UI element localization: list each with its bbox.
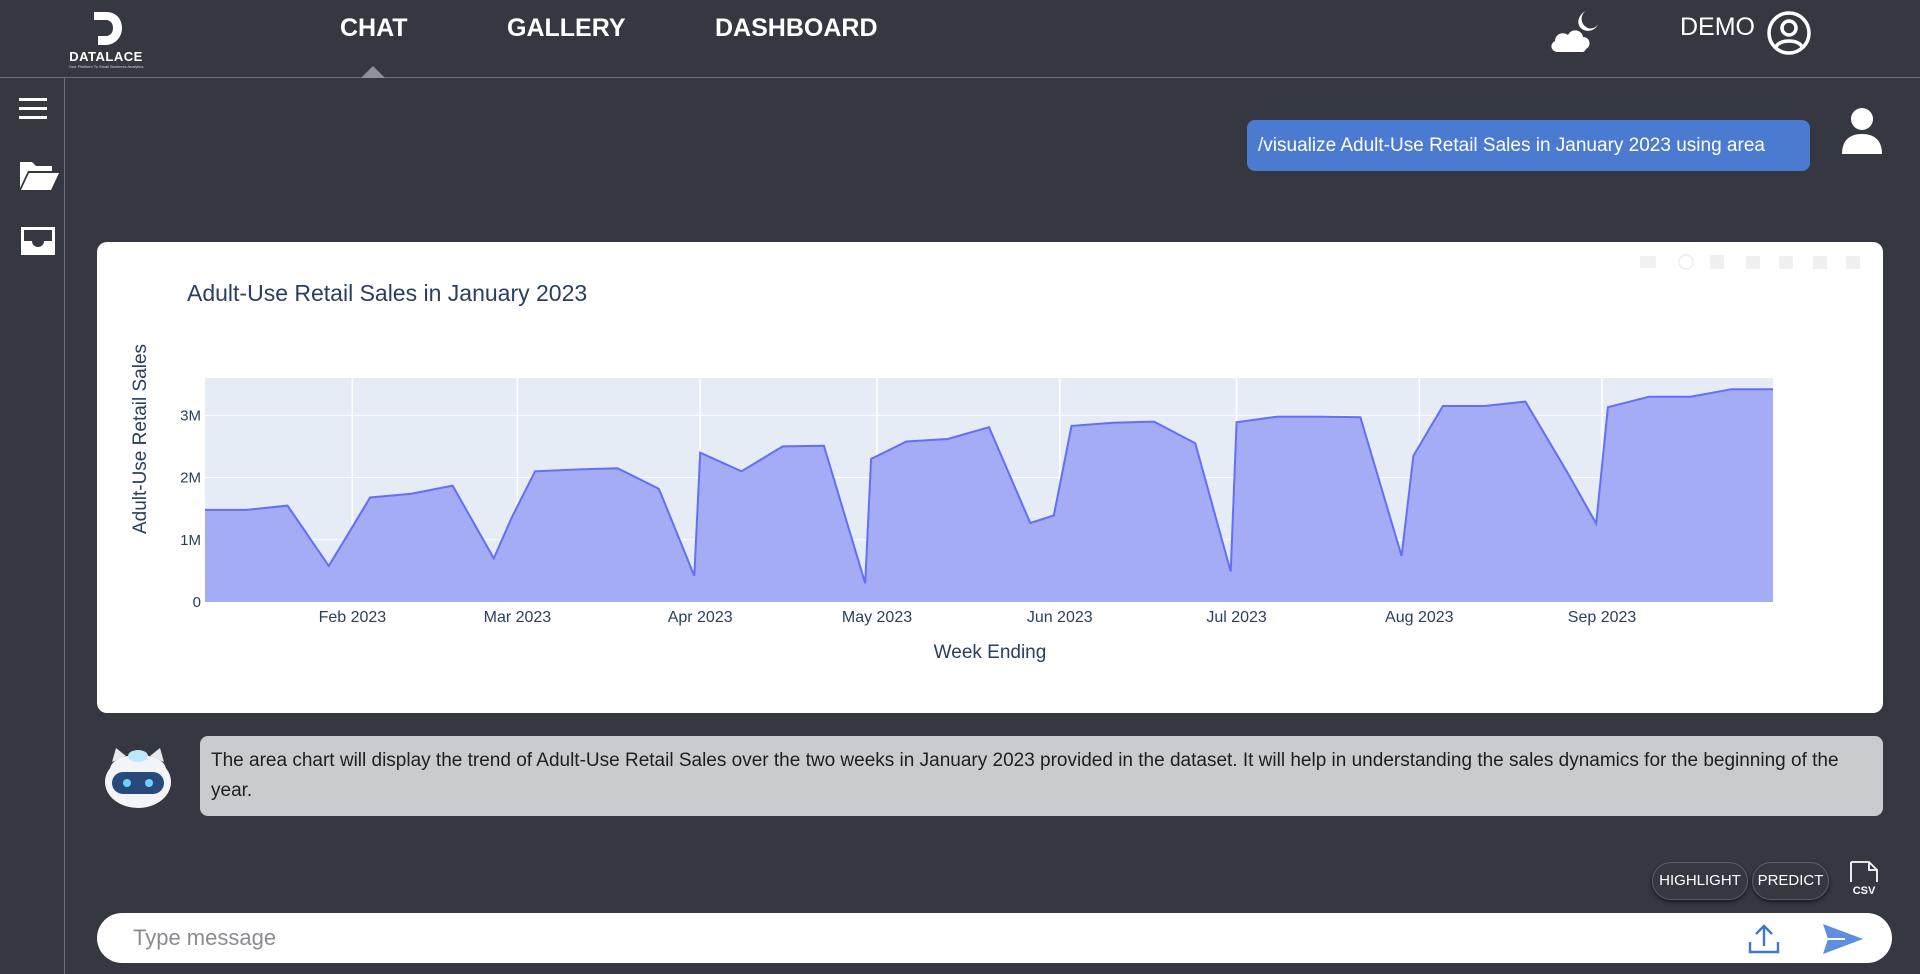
y-axis-label: Adult-Use Retail Sales (130, 344, 151, 534)
top-navigation-bar: DATALACE Your Platform To Small Business… (0, 0, 1920, 78)
inbox-button[interactable] (18, 224, 58, 263)
zoom-icon[interactable] (1678, 254, 1694, 270)
folder-open-icon (20, 162, 59, 190)
hamburger-menu-icon (19, 98, 47, 119)
sidebar (0, 78, 65, 974)
x-axis-ticks: Feb 2023 Mar 2023 Apr 2023 May 2023 Jun 2023… (319, 609, 1637, 626)
open-folder-button[interactable] (18, 158, 60, 197)
bot-message-bubble: The area chart will display the trend of… (200, 736, 1883, 816)
autoscale-icon[interactable] (1813, 256, 1827, 269)
user-avatar-icon (1842, 108, 1882, 154)
message-composer (97, 913, 1892, 963)
send-icon (1823, 924, 1863, 954)
account-button[interactable] (1766, 10, 1812, 61)
x-tick-label: Sep 2023 (1568, 609, 1637, 626)
csv-file-icon: CSV (1850, 861, 1878, 897)
camera-icon[interactable] (1640, 256, 1656, 268)
reset-axes-icon[interactable] (1846, 256, 1860, 269)
highlight-button[interactable]: HIGHLIGHT (1652, 862, 1748, 900)
user-circle-icon (1767, 11, 1811, 55)
active-tab-indicator (361, 66, 385, 78)
predict-button[interactable]: PREDICT (1752, 862, 1829, 900)
x-tick-label: Apr 2023 (668, 609, 733, 626)
tab-chat[interactable]: CHAT (340, 14, 408, 43)
zoom-out-icon[interactable] (1779, 256, 1793, 269)
area-chart: Adult-Use Retail Sales in January 2023 0… (130, 254, 1860, 663)
x-tick-label: Jun 2023 (1027, 609, 1093, 626)
zoom-in-icon[interactable] (1746, 256, 1760, 269)
y-tick-label: 0 (193, 594, 201, 611)
x-tick-label: Aug 2023 (1385, 609, 1454, 626)
brand-tagline: Your Platform To Small Business Analytic… (68, 64, 144, 69)
inbox-tray-icon (21, 227, 55, 255)
brand-name: DATALACE (69, 49, 143, 64)
menu-button[interactable] (18, 96, 48, 127)
tab-dashboard[interactable]: DASHBOARD (715, 14, 878, 43)
x-axis-label: Week Ending (934, 642, 1047, 663)
user-name: DEMO (1680, 13, 1755, 41)
upload-button[interactable] (1747, 922, 1781, 961)
y-tick-label: 2M (180, 470, 201, 487)
user-message-bubble: /visualize Adult-Use Retail Sales in Jan… (1247, 120, 1810, 171)
x-tick-label: May 2023 (842, 609, 912, 626)
x-tick-label: Jul 2023 (1206, 609, 1267, 626)
csv-download-button[interactable]: CSV (1848, 860, 1880, 901)
robot-icon (105, 748, 171, 808)
tab-gallery[interactable]: GALLERY (507, 14, 626, 43)
chart-title: Adult-Use Retail Sales in January 2023 (187, 280, 587, 306)
pan-icon[interactable] (1710, 255, 1724, 269)
csv-label: CSV (1853, 885, 1876, 896)
send-button[interactable] (1821, 922, 1865, 961)
datalace-logo-icon (94, 12, 122, 45)
bot-avatar (100, 742, 176, 813)
user-avatar (1840, 106, 1884, 161)
upload-icon (1748, 924, 1780, 954)
y-tick-label: 1M (180, 532, 201, 549)
theme-toggle-button[interactable] (1546, 6, 1602, 61)
chart-card: Adult-Use Retail Sales in January 2023 0… (97, 242, 1883, 713)
message-input[interactable] (133, 913, 1733, 963)
moon-cloud-icon (1551, 10, 1598, 52)
chart-modebar (1640, 254, 1860, 270)
x-tick-label: Mar 2023 (484, 609, 552, 626)
brand-logo[interactable]: DATALACE Your Platform To Small Business… (62, 8, 150, 76)
y-tick-label: 3M (180, 407, 201, 424)
x-tick-label: Feb 2023 (319, 609, 387, 626)
y-axis-ticks: 0 1M 2M 3M (180, 407, 201, 611)
